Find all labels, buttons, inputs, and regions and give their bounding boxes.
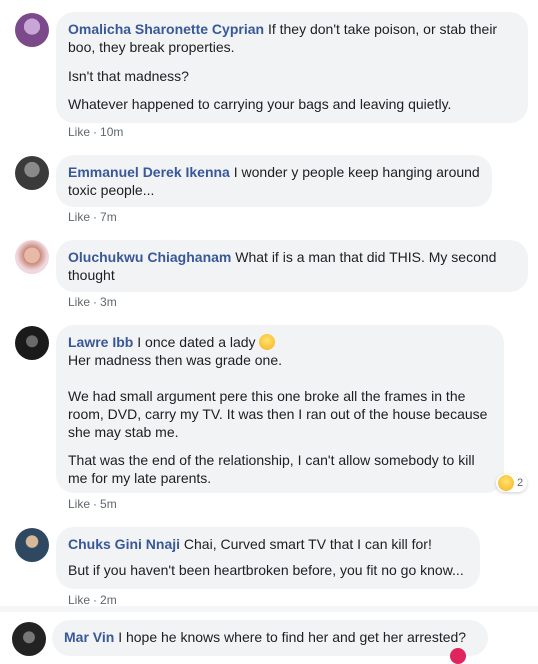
comment-paragraph: Whatever happened to carrying your bags … bbox=[68, 96, 452, 112]
like-button[interactable]: Like bbox=[68, 593, 90, 605]
like-button[interactable]: Like bbox=[68, 210, 90, 224]
avatar[interactable] bbox=[15, 326, 49, 360]
comment-paragraph: We had small argument pere this one brok… bbox=[68, 388, 488, 440]
avatar[interactable] bbox=[15, 240, 49, 274]
comment-bubble: Oluchukwu Chiaghanam What if is a man th… bbox=[56, 240, 528, 292]
comment-timestamp[interactable]: 7m bbox=[100, 210, 117, 224]
separator-dot: · bbox=[93, 125, 98, 139]
comment-paragraph: But if you haven't been heartbroken befo… bbox=[68, 562, 464, 578]
comment-timestamp[interactable]: 10m bbox=[100, 125, 123, 139]
comment-paragraph: That was the end of the relationship, I … bbox=[68, 452, 475, 486]
comment-bubble: Lawre Ibb I once dated a lady Her madnes… bbox=[56, 325, 504, 493]
comment-bubble: Chuks Gini Nnaji Chai, Curved smart TV t… bbox=[56, 527, 480, 589]
separator-dot: · bbox=[93, 210, 98, 224]
reaction-icon[interactable] bbox=[450, 648, 466, 664]
comment-bubble: Mar Vin I hope he knows where to find he… bbox=[52, 620, 488, 656]
comment-meta: Like · 7m bbox=[68, 210, 117, 224]
comment-text: Chuks Gini Nnaji Chai, Curved smart TV t… bbox=[68, 535, 468, 553]
comment-timestamp[interactable]: 2m bbox=[100, 593, 117, 605]
reaction-count: 2 bbox=[517, 477, 524, 489]
comment-meta: Like · 10m bbox=[68, 125, 123, 139]
comment-author[interactable]: Omalicha Sharonette Cyprian bbox=[68, 21, 264, 37]
avatar[interactable] bbox=[12, 622, 46, 656]
avatar[interactable] bbox=[15, 528, 49, 562]
comment-author[interactable]: Lawre Ibb bbox=[68, 334, 133, 350]
like-button[interactable]: Like bbox=[68, 497, 90, 511]
like-button[interactable]: Like bbox=[68, 125, 90, 139]
separator-dot: · bbox=[93, 593, 98, 605]
comment-author[interactable]: Emmanuel Derek Ikenna bbox=[68, 164, 230, 180]
comment-timestamp[interactable]: 5m bbox=[100, 497, 117, 511]
separator-dot: · bbox=[93, 295, 98, 309]
comment-paragraph: Her madness then was grade one. bbox=[68, 352, 283, 368]
comment-paragraph: I hope he knows where to find her and ge… bbox=[118, 629, 467, 645]
reaction-badge[interactable]: 2 bbox=[496, 474, 528, 492]
comment-author[interactable]: Chuks Gini Nnaji bbox=[68, 536, 180, 552]
comment-paragraph: Isn't that madness? bbox=[68, 68, 189, 84]
avatar[interactable] bbox=[15, 156, 49, 190]
comment-author[interactable]: Mar Vin bbox=[64, 629, 114, 645]
comment-timestamp[interactable]: 3m bbox=[100, 295, 117, 309]
laughing-face-icon bbox=[498, 475, 514, 491]
comment-text: Omalicha Sharonette Cyprian If they don'… bbox=[68, 20, 516, 56]
comment-meta: Like · 5m bbox=[68, 497, 117, 511]
comment-meta: Like · 2m bbox=[68, 593, 117, 605]
comment-bubble: Emmanuel Derek Ikenna I wonder y people … bbox=[56, 155, 492, 207]
comment-author[interactable]: Oluchukwu Chiaghanam bbox=[68, 249, 231, 265]
comment-paragraph: I once dated a lady bbox=[137, 334, 256, 350]
separator-dot: · bbox=[93, 497, 98, 511]
crying-face-icon bbox=[259, 334, 276, 350]
like-button[interactable]: Like bbox=[68, 295, 90, 309]
comment-text: Mar Vin I hope he knows where to find he… bbox=[64, 628, 476, 646]
avatar[interactable] bbox=[15, 13, 49, 47]
comment-text: Emmanuel Derek Ikenna I wonder y people … bbox=[68, 163, 480, 199]
section-divider bbox=[0, 606, 538, 612]
comment-paragraph: Chai, Curved smart TV that I can kill fo… bbox=[183, 536, 432, 552]
comment-text: Lawre Ibb I once dated a lady bbox=[68, 333, 492, 351]
comment-bubble: Omalicha Sharonette Cyprian If they don'… bbox=[56, 12, 528, 123]
comment-meta: Like · 3m bbox=[68, 295, 117, 309]
comment-text: Oluchukwu Chiaghanam What if is a man th… bbox=[68, 248, 516, 284]
